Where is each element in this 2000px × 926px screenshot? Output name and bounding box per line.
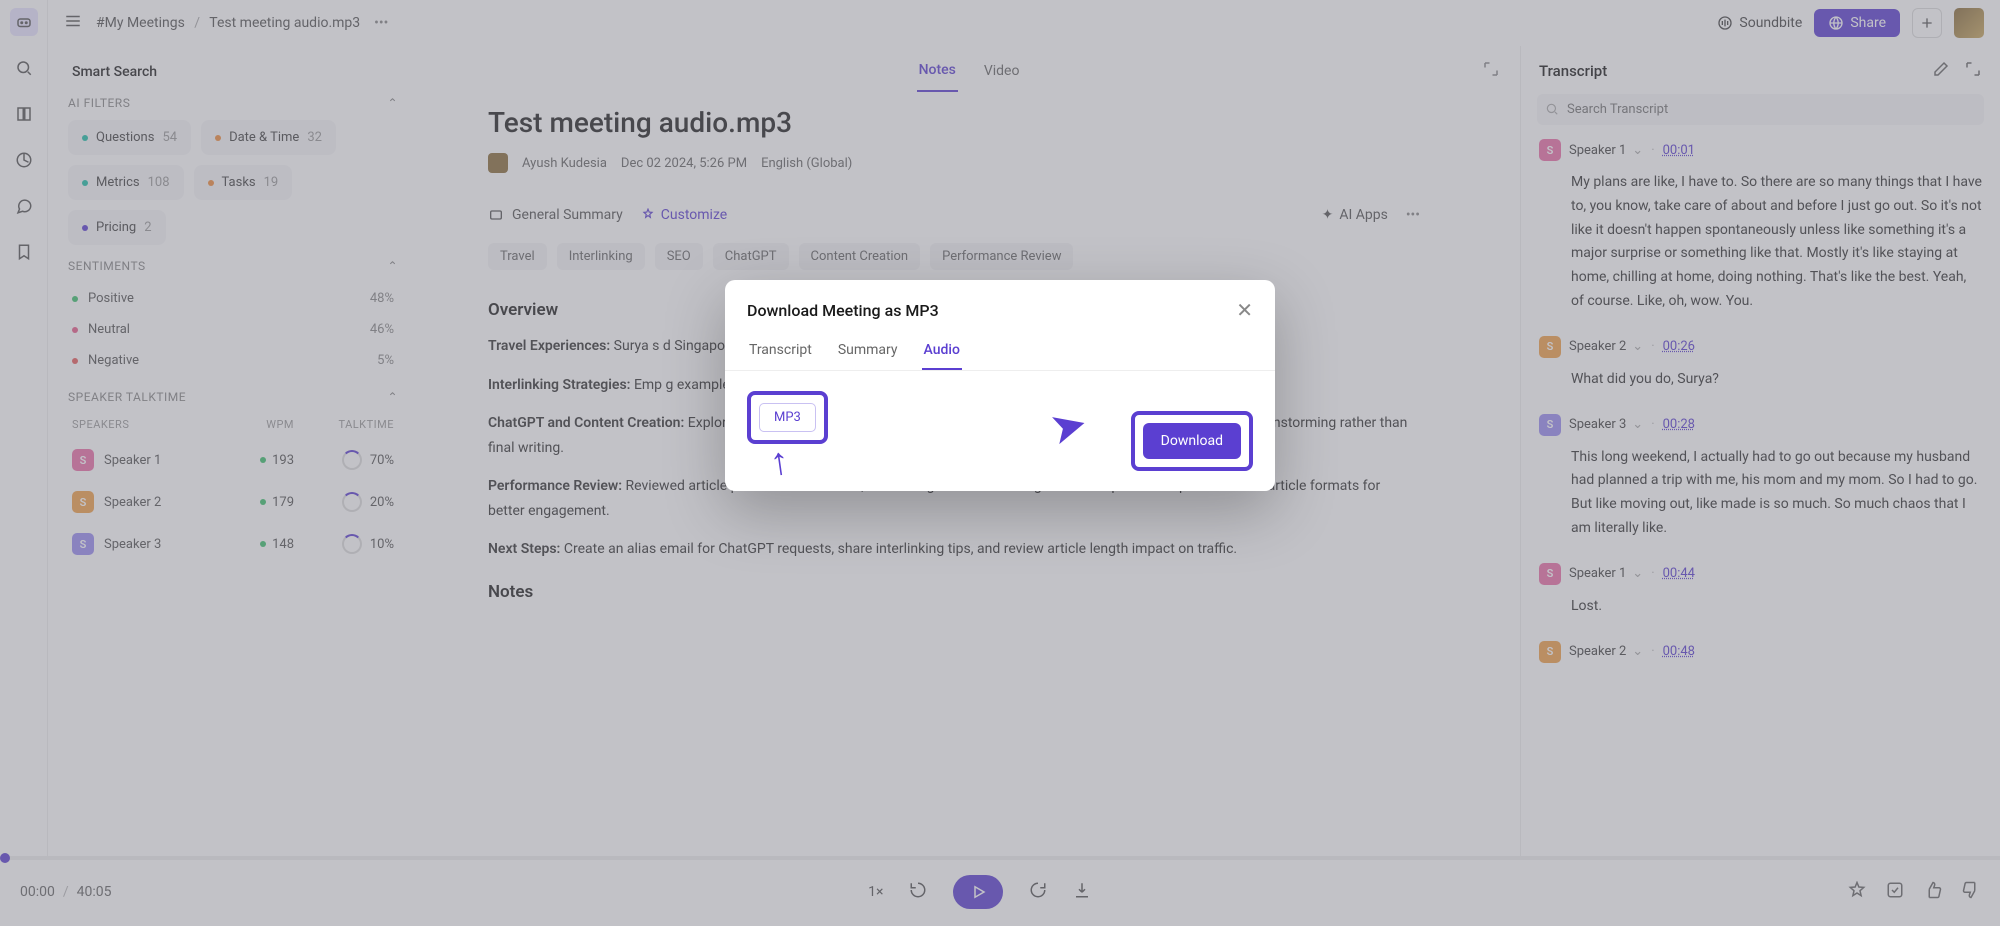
modal-tab-summary[interactable]: Summary [836,332,900,370]
modal-tab-audio[interactable]: Audio [922,332,962,370]
format-highlight: MP3 [747,391,828,444]
download-modal: Download Meeting as MP3 ✕ Transcript Sum… [725,280,1275,491]
download-highlight: Download [1131,411,1253,471]
download-button[interactable]: Download [1143,423,1241,459]
modal-title: Download Meeting as MP3 [747,301,939,320]
modal-tab-transcript[interactable]: Transcript [747,332,814,370]
close-icon[interactable]: ✕ [1236,298,1253,322]
modal-overlay[interactable]: Download Meeting as MP3 ✕ Transcript Sum… [0,0,2000,926]
format-mp3-option[interactable]: MP3 [759,403,816,432]
